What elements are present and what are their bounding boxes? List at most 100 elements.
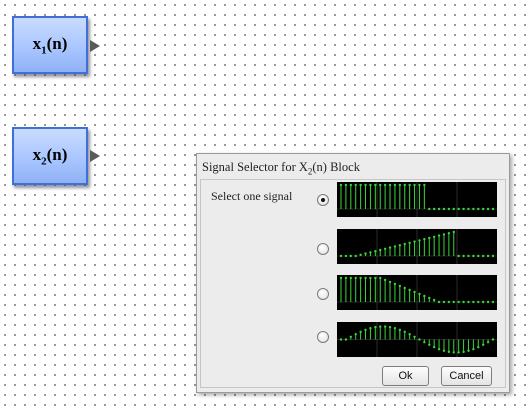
stem-marker: [374, 276, 377, 280]
stem-marker: [349, 183, 353, 187]
signal-plot-2: [337, 229, 497, 264]
radio-selected-dot: [321, 198, 325, 202]
cancel-button[interactable]: Cancel: [441, 366, 492, 386]
stem-marker: [457, 300, 460, 304]
stem-marker: [383, 247, 387, 250]
stem-marker: [359, 330, 362, 334]
stem-marker: [359, 276, 362, 280]
stem-marker: [452, 351, 455, 354]
stem-marker: [364, 328, 367, 332]
signal-radio-2[interactable]: [317, 243, 329, 255]
stem-marker: [477, 254, 480, 258]
stem-marker: [447, 350, 451, 354]
stem-marker: [369, 327, 372, 330]
signal-radio-1[interactable]: [317, 194, 329, 206]
stem-marker: [369, 251, 372, 254]
stem-marker: [472, 254, 475, 258]
stem-marker: [393, 282, 397, 286]
stem-marker: [418, 292, 421, 296]
stem-marker: [477, 207, 480, 211]
stem-marker: [442, 300, 446, 304]
stem-marker: [452, 230, 455, 234]
stem-marker: [339, 276, 343, 280]
signal-radio-4[interactable]: [317, 331, 329, 343]
stem-marker: [349, 276, 353, 280]
stem-marker: [467, 207, 470, 211]
stem-marker: [354, 333, 357, 336]
stem-marker: [423, 183, 426, 187]
stem-marker: [457, 254, 460, 258]
stem-marker: [369, 276, 372, 280]
signal-thumbnail-2[interactable]: [337, 229, 497, 264]
stem-marker: [388, 325, 392, 329]
stem-marker: [481, 300, 485, 304]
stem-marker: [408, 288, 411, 292]
stem-marker: [379, 276, 382, 280]
stem-marker: [339, 254, 343, 258]
stem-marker: [388, 246, 392, 249]
ok-button[interactable]: Ok: [382, 366, 429, 386]
stem-marker: [344, 183, 348, 187]
stem-marker: [486, 300, 490, 304]
stem-marker: [388, 280, 392, 284]
signal-thumbnail-4[interactable]: [337, 322, 497, 357]
stem-marker: [442, 233, 446, 236]
stem-marker: [344, 338, 348, 341]
signal-plot-3: [337, 275, 497, 310]
stem-marker: [374, 183, 377, 187]
stem-marker: [428, 236, 431, 240]
x1-block[interactable]: x1(n): [12, 16, 88, 74]
signal-thumbnail-1[interactable]: [337, 182, 497, 217]
stem-marker: [467, 300, 470, 304]
stem-marker: [364, 183, 367, 187]
stem-marker: [472, 347, 475, 351]
x1-output-port[interactable]: [90, 40, 100, 52]
stem-marker: [477, 345, 480, 349]
stem-marker: [398, 328, 402, 332]
stem-marker: [418, 239, 421, 242]
signal-radio-3[interactable]: [317, 288, 329, 300]
stem-marker: [428, 343, 431, 346]
stem-marker: [462, 300, 465, 304]
stem-marker: [344, 276, 348, 280]
stem-marker: [457, 351, 460, 354]
stem-marker: [491, 254, 495, 258]
stem-marker: [432, 345, 436, 349]
stem-marker: [374, 250, 377, 253]
x2-block-label: x2(n): [32, 144, 68, 168]
stem-marker: [388, 183, 392, 187]
signal-plot-1: [337, 182, 497, 217]
stem-marker: [432, 207, 436, 211]
x2-output-port[interactable]: [90, 150, 100, 162]
stem-marker: [432, 298, 436, 302]
stem-marker: [462, 350, 465, 354]
stem-marker: [486, 341, 490, 344]
stem-marker: [369, 183, 372, 187]
stem-marker: [486, 254, 490, 258]
stem-marker: [428, 207, 431, 211]
stem-marker: [403, 286, 406, 290]
stem-marker: [442, 349, 446, 352]
stem-marker: [339, 338, 343, 341]
stem-marker: [437, 347, 441, 351]
stem-marker: [354, 183, 357, 187]
stem-marker: [374, 325, 377, 329]
x2-block[interactable]: x2(n): [12, 127, 88, 185]
stem-marker: [359, 183, 362, 187]
signal-plot-4: [337, 322, 497, 357]
stem-marker: [477, 300, 480, 304]
stem-marker: [403, 183, 406, 187]
stem-marker: [472, 207, 475, 211]
stem-marker: [408, 333, 411, 336]
stem-marker: [393, 183, 397, 187]
stem-marker: [467, 349, 470, 352]
stem-marker: [442, 207, 446, 211]
signal-thumbnail-3[interactable]: [337, 275, 497, 310]
stem-marker: [423, 294, 426, 298]
stem-marker: [398, 244, 402, 247]
stem-marker: [403, 330, 406, 334]
stem-marker: [452, 300, 455, 304]
stem-marker: [462, 207, 465, 211]
stem-marker: [491, 300, 495, 304]
stem-marker: [491, 207, 495, 211]
